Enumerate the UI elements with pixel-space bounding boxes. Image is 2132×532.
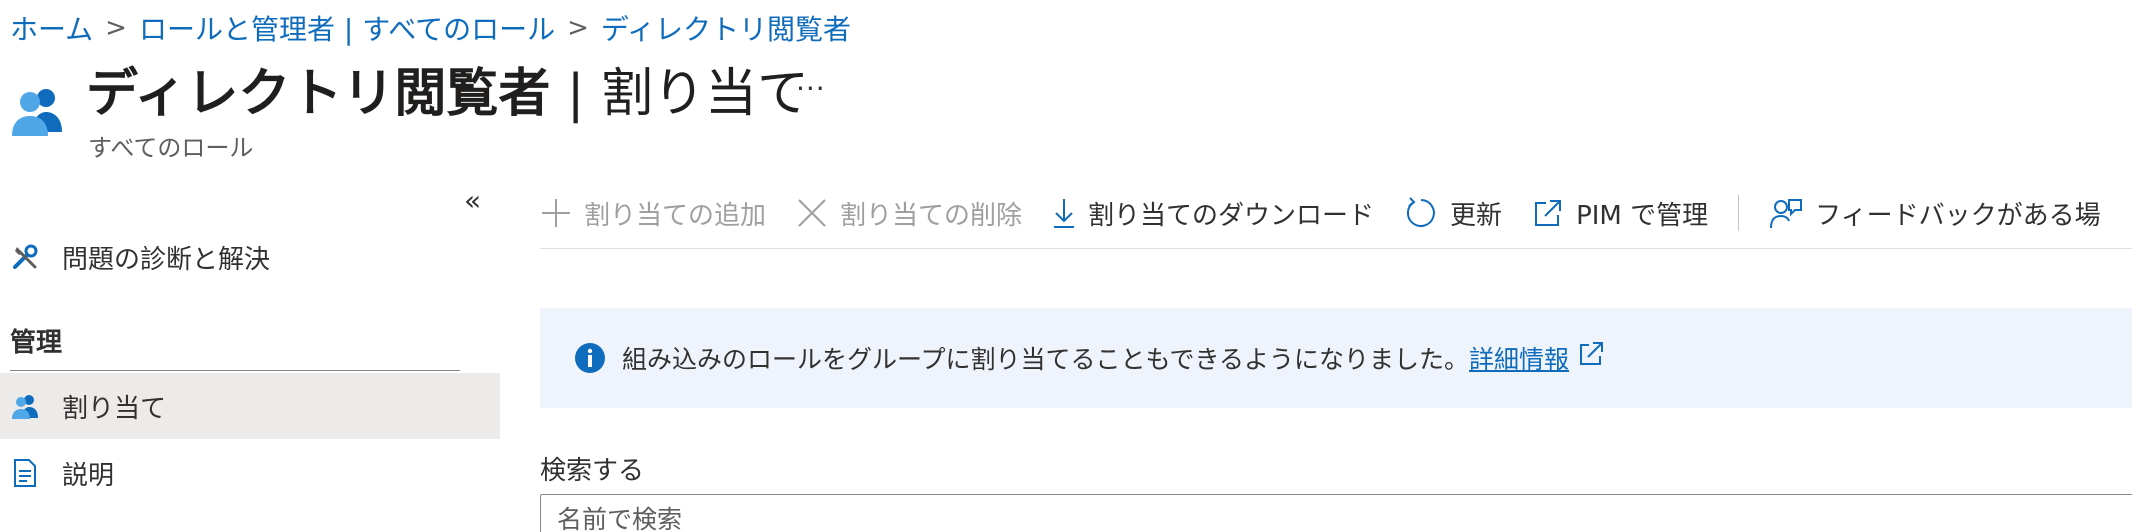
search-label: 検索する: [540, 456, 645, 486]
search-input[interactable]: [540, 494, 2132, 532]
close-icon: [798, 199, 826, 227]
feedback-icon: [1770, 199, 1803, 229]
download-assignments-button[interactable]: 割り当てのダウンロード: [1052, 195, 1374, 232]
page-title-main: ディレクトリ閲覧者: [86, 64, 551, 124]
learn-more-link[interactable]: 詳細情報: [1469, 345, 1569, 374]
breadcrumb-roles[interactable]: ロールと管理者 | すべてのロール: [139, 8, 555, 48]
download-icon: [1054, 199, 1075, 228]
info-banner-message: 組み込みのロールをグループに割り当てることもできるようになりました。: [622, 345, 1470, 374]
breadcrumb-separator: >: [105, 13, 127, 43]
page-title: ディレクトリ閲覧者 | 割り当て: [86, 58, 809, 130]
remove-assignment-label: 割り当ての削除: [840, 200, 1023, 231]
nav-section-heading: 管理: [10, 328, 63, 358]
feedback-button[interactable]: フィードバックがある場: [1769, 195, 2101, 232]
collapse-nav-button[interactable]: «: [464, 184, 481, 217]
nav-item-label: 問題の診断と解決: [62, 244, 271, 275]
nav-item-description[interactable]: 説明: [0, 440, 500, 506]
users-icon: [12, 89, 62, 136]
nav-item-label: 説明: [62, 460, 115, 491]
info-banner-text: 組み込みのロールをグループに割り当てることもできるようになりました。詳細情報: [622, 340, 1605, 376]
refresh-label: 更新: [1450, 200, 1503, 231]
manage-in-pim-button[interactable]: PIM で管理: [1532, 195, 1708, 232]
nav-item-assignments[interactable]: 割り当て: [0, 373, 500, 439]
plus-icon: [542, 199, 570, 227]
nav-divider: [10, 370, 460, 371]
nav-item-diagnose[interactable]: 問題の診断と解決: [0, 224, 500, 290]
refresh-icon: [1407, 197, 1435, 227]
breadcrumb: ホーム > ロールと管理者 | すべてのロール > ディレクトリ閲覧者: [10, 8, 851, 48]
toolbar-separator: [1738, 195, 1740, 231]
nav-item-label: 割り当て: [62, 393, 167, 424]
page-subtitle: すべてのロール: [88, 134, 254, 162]
page-title-section: | 割り当て: [550, 64, 809, 124]
add-assignment-label: 割り当ての追加: [584, 200, 767, 231]
refresh-button[interactable]: 更新: [1404, 195, 1502, 232]
breadcrumb-separator: >: [567, 13, 589, 43]
command-bar-divider: [540, 248, 2132, 249]
external-link-icon: [1577, 340, 1605, 368]
info-banner: 組み込みのロールをグループに割り当てることもできるようになりました。詳細情報: [540, 308, 2132, 408]
manage-in-pim-label: PIM で管理: [1576, 200, 1709, 231]
users-icon: [10, 391, 40, 421]
feedback-label: フィードバックがある場: [1815, 200, 2101, 231]
external-link-icon: [1535, 200, 1562, 226]
remove-assignment-button[interactable]: 割り当ての削除: [796, 195, 1022, 232]
command-bar: 割り当ての追加 割り当ての削除 割り当てのダウンロード 更新 PIM で管理 フ…: [540, 186, 2131, 240]
page: ホーム > ロールと管理者 | すべてのロール > ディレクトリ閲覧者 ディレク…: [0, 0, 2132, 532]
document-icon: [10, 458, 40, 488]
download-assignments-label: 割り当てのダウンロード: [1088, 200, 1375, 231]
tools-icon: [10, 242, 40, 272]
breadcrumb-home[interactable]: ホーム: [10, 8, 93, 48]
add-assignment-button[interactable]: 割り当ての追加: [540, 195, 766, 232]
info-icon: [575, 343, 605, 373]
breadcrumb-directory-readers[interactable]: ディレクトリ閲覧者: [601, 8, 851, 48]
more-options-button[interactable]: ···: [796, 72, 826, 105]
